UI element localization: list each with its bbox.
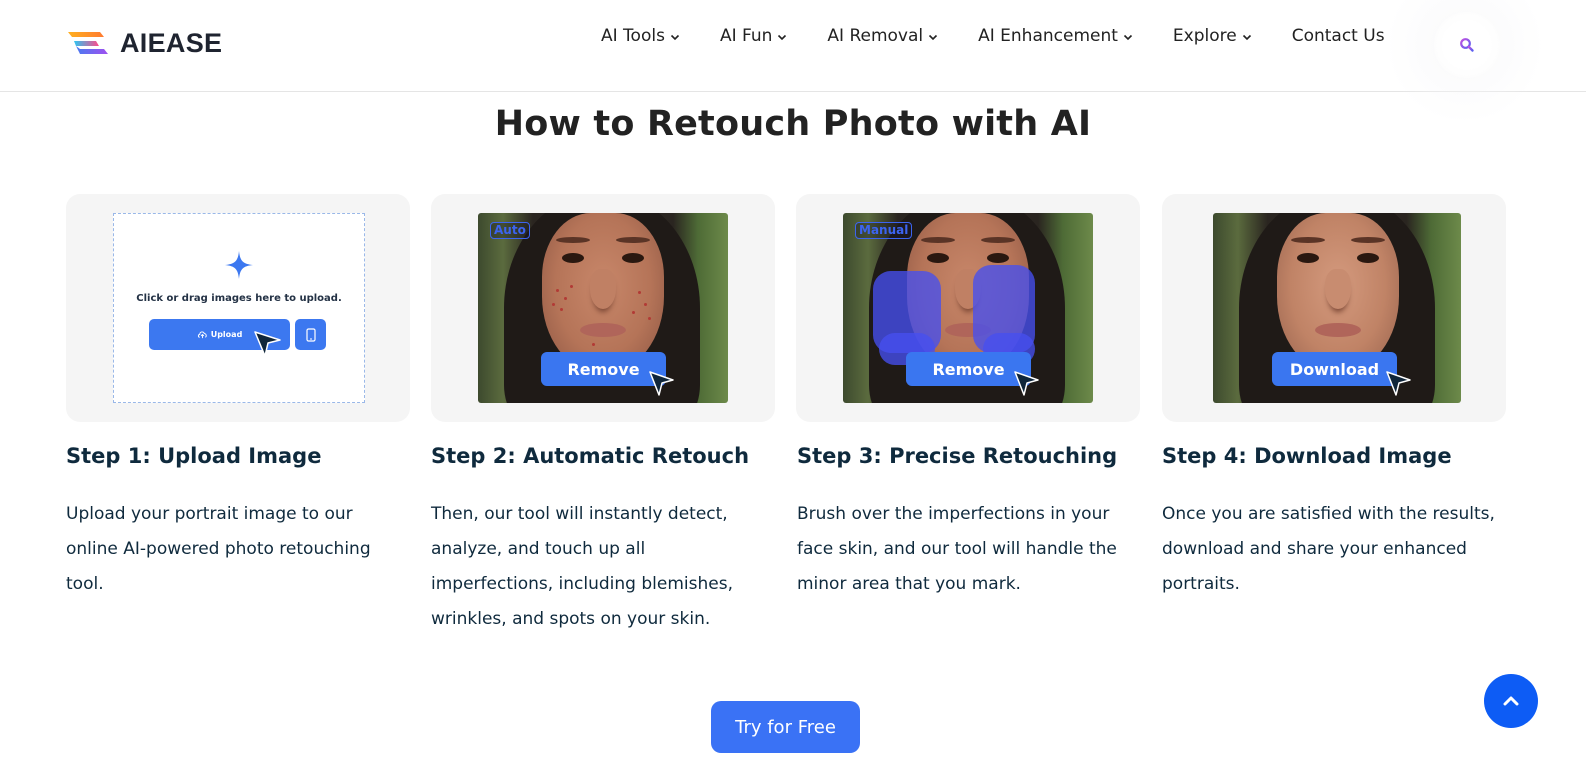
cursor-pointer-icon (1386, 371, 1411, 396)
step-4-title: Step 4: Download Image (1162, 444, 1452, 468)
upload-label: Upload (210, 330, 243, 339)
search-icon (1460, 38, 1474, 52)
cloud-upload-icon (197, 331, 207, 339)
upload-hint: Click or drag images here to upload. (136, 293, 342, 304)
chevron-up-icon (1503, 696, 1519, 706)
nav-label: AI Fun (719, 26, 773, 46)
step-3-title: Step 3: Precise Retouching (797, 444, 1118, 468)
nav-label: AI Removal (827, 26, 924, 46)
step-4-illustration: Download (1162, 194, 1506, 422)
chevron-down-icon (1123, 34, 1132, 40)
step-3-illustration: Manual Remove (796, 194, 1140, 422)
nav-item-ai-fun[interactable]: AI Fun (720, 26, 787, 46)
scroll-to-top-button[interactable] (1484, 674, 1538, 728)
nav-label: AI Tools (601, 26, 665, 46)
main-nav: AI Tools AI Fun AI Removal AI Enhancemen… (601, 26, 1421, 46)
portrait-photo-brushed: Manual Remove (843, 213, 1093, 403)
step-1-illustration: Click or drag images here to upload. Upl… (66, 194, 410, 422)
nav-item-ai-enhancement[interactable]: AI Enhancement (978, 26, 1133, 46)
phone-icon (305, 327, 316, 342)
try-for-free-button[interactable]: Try for Free (711, 701, 860, 753)
portrait-photo-after: Download (1213, 213, 1461, 403)
nav-item-contact-us[interactable]: Contact Us (1292, 26, 1385, 46)
nav-item-ai-removal[interactable]: AI Removal (827, 26, 938, 46)
mode-tag-manual: Manual (855, 222, 913, 239)
step-2-description: Then, our tool will instantly detect, an… (431, 504, 733, 629)
sparkle-icon (225, 251, 253, 279)
cursor-pointer-icon (1014, 371, 1039, 396)
step-4-description: Once you are satisfied with the results,… (1162, 504, 1495, 594)
chevron-down-icon (929, 34, 938, 40)
aiease-logo-icon (68, 31, 108, 54)
cursor-pointer-icon (649, 371, 674, 396)
brand-logo[interactable]: AIEASE (66, 28, 222, 59)
download-button: Download (1272, 352, 1397, 386)
nav-label: Contact Us (1291, 26, 1385, 46)
cursor-pointer-icon (254, 331, 281, 357)
chevron-down-icon (670, 34, 680, 40)
mobile-upload-button (295, 319, 326, 350)
portrait-photo-before: Auto Remove (478, 213, 728, 403)
step-1-title: Step 1: Upload Image (66, 444, 322, 468)
nav-label: Explore (1172, 26, 1237, 46)
brand-name: AIEASE (120, 28, 223, 58)
step-3-description: Brush over the imperfections in your fac… (797, 504, 1117, 594)
nav-label: AI Enhancement (978, 26, 1118, 46)
step-2-illustration: Auto Remove (431, 194, 775, 422)
mode-tag-auto: Auto (490, 222, 530, 239)
nav-item-explore[interactable]: Explore (1173, 26, 1252, 46)
step-1-description: Upload your portrait image to our online… (66, 504, 371, 594)
nav-item-ai-tools[interactable]: AI Tools (601, 26, 680, 46)
chevron-down-icon (778, 34, 787, 40)
chevron-down-icon (1242, 34, 1251, 40)
step-2-title: Step 2: Automatic Retouch (431, 444, 750, 468)
upload-dropzone: Click or drag images here to upload. Upl… (113, 213, 365, 403)
site-header: AIEASE AI Tools AI Fun AI Removal AI Enh… (0, 0, 1586, 120)
section-title: How to Retouch Photo with AI (494, 104, 1092, 144)
search-button[interactable] (1434, 12, 1500, 78)
